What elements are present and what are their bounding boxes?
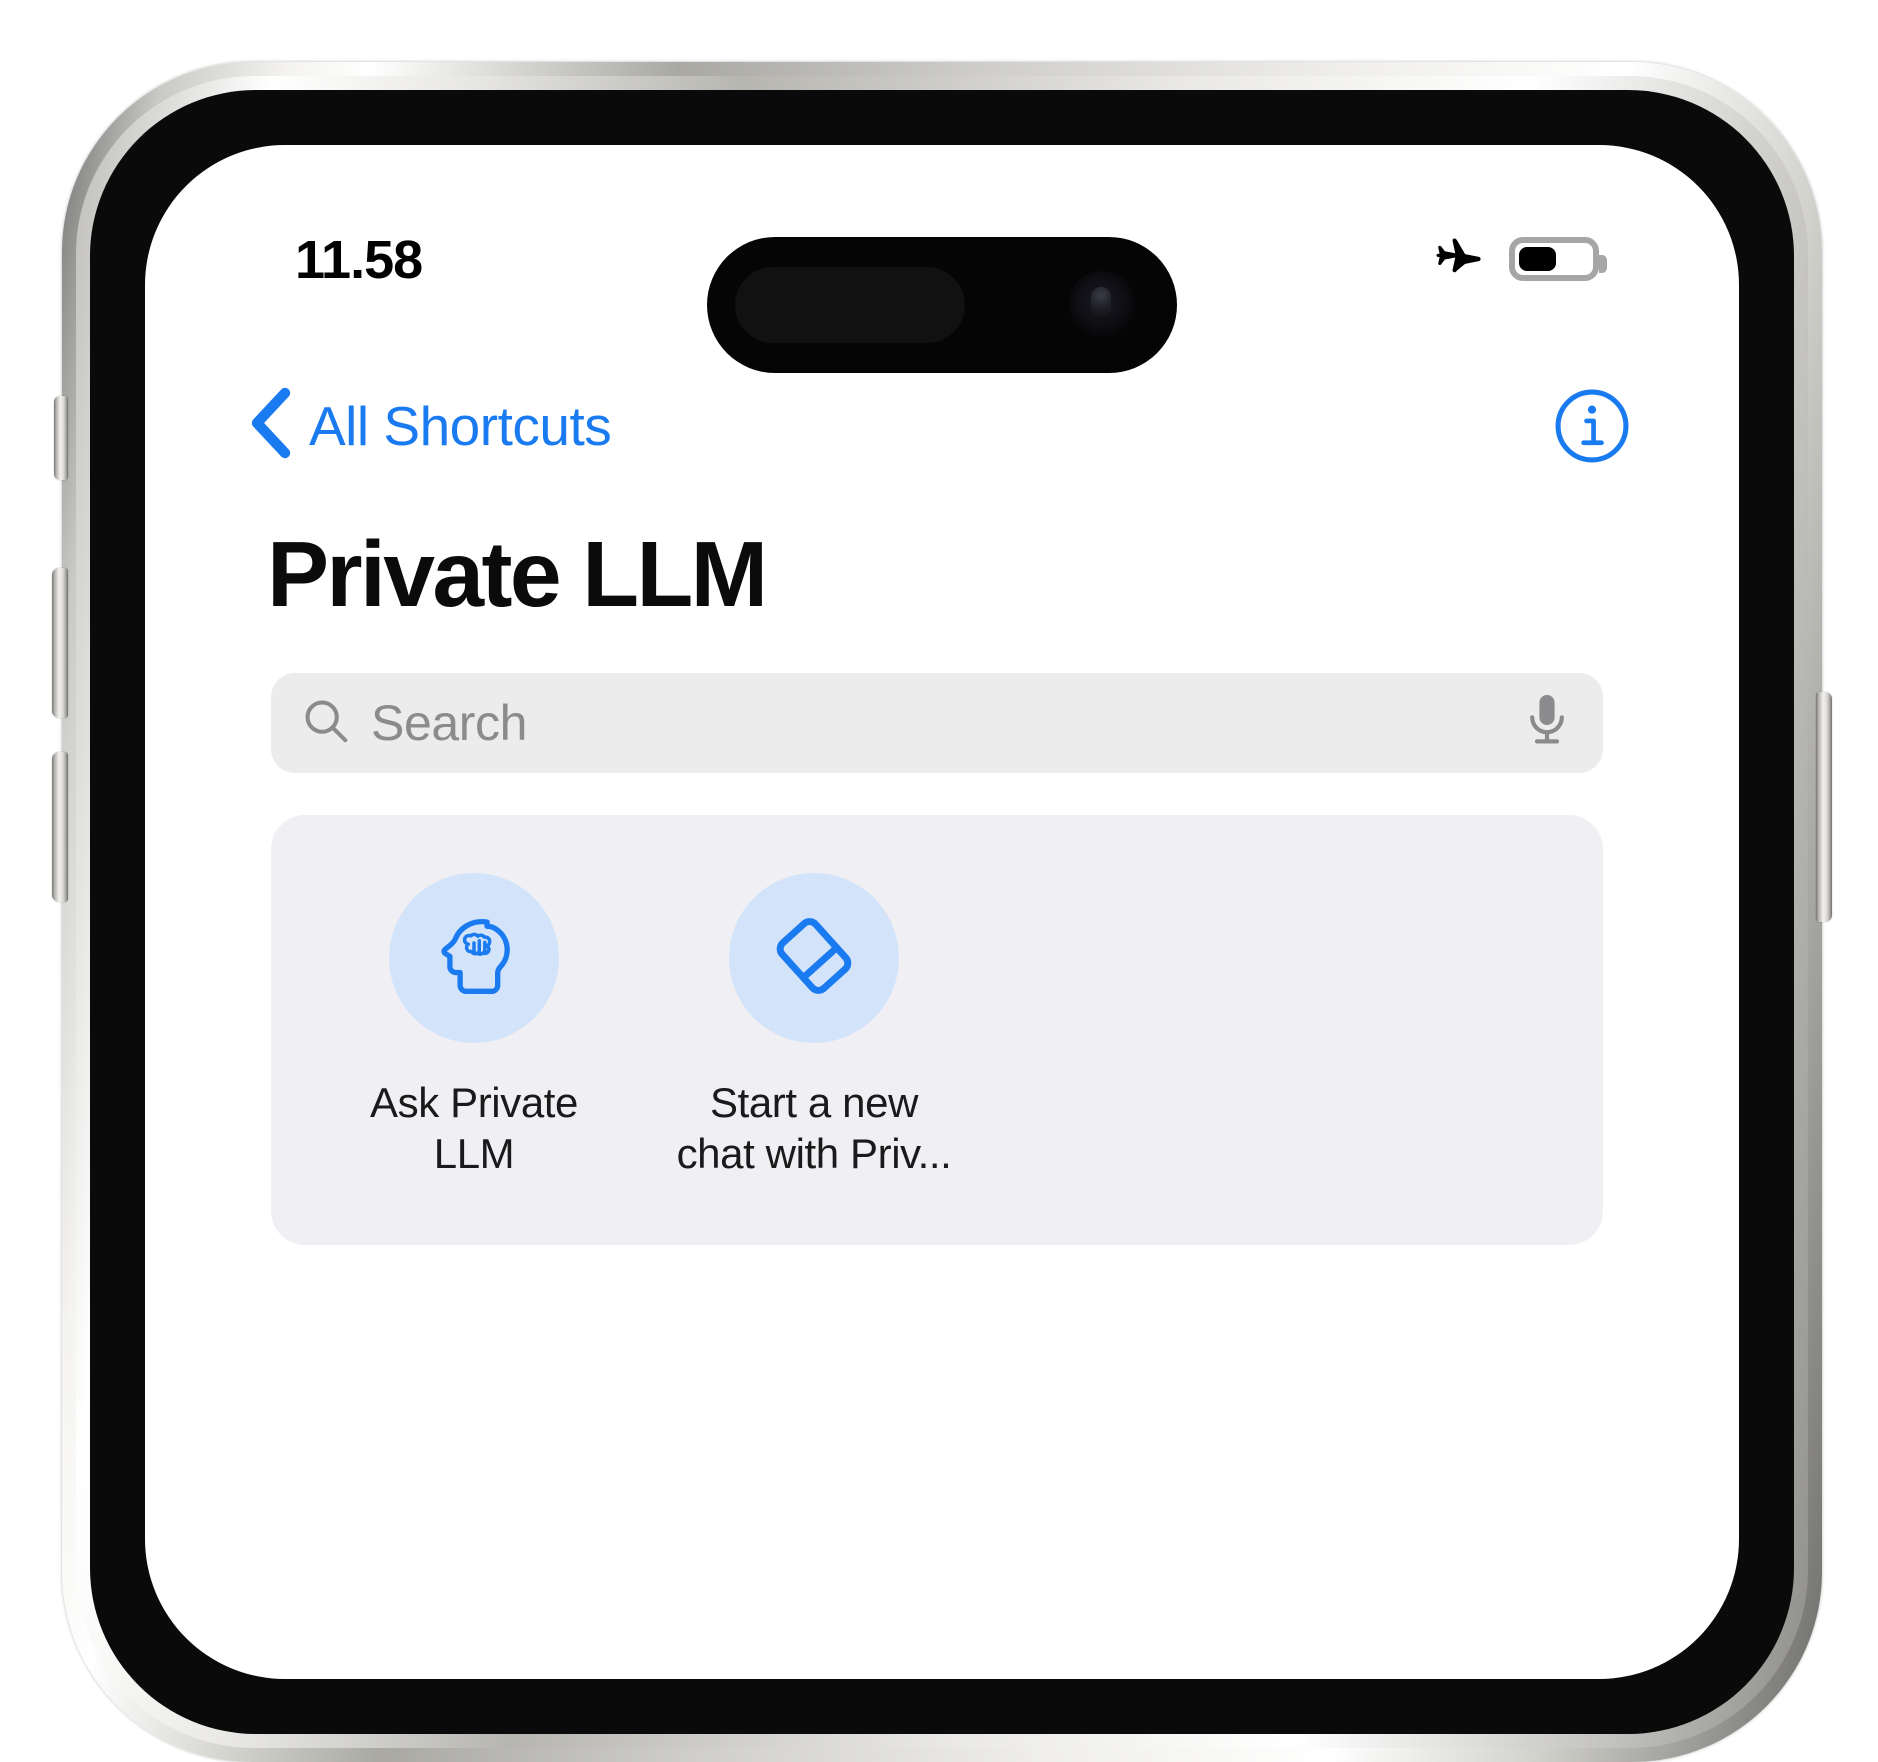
screen-bezel: 11.58 All Shortcuts Private LLM Search A… — [90, 90, 1794, 1734]
phone-frame: 11.58 All Shortcuts Private LLM Search A… — [52, 62, 1832, 1762]
phone-screen: 11.58 All Shortcuts Private LLM Search A… — [145, 145, 1739, 1679]
shortcut-label: Start a new chat with Priv... — [676, 1079, 952, 1178]
shortcut-item-start-new-chat[interactable]: Start a new chat with Priv... — [669, 873, 959, 1179]
chevron-left-icon — [249, 387, 293, 464]
shortcut-icon-background — [729, 873, 899, 1043]
power-button[interactable] — [1816, 692, 1832, 922]
head-brain-icon — [425, 907, 523, 1010]
dynamic-island-pill — [735, 267, 965, 343]
battery-fill — [1519, 247, 1557, 271]
shortcut-label: Ask Private LLM — [370, 1079, 578, 1178]
dynamic-island — [707, 237, 1177, 373]
shortcuts-card: Ask Private LLM Start a new chat with Pr… — [271, 815, 1603, 1245]
silent-switch[interactable] — [54, 396, 68, 480]
back-button-label: All Shortcuts — [309, 394, 612, 457]
search-icon — [301, 696, 351, 751]
status-bar-time: 11.58 — [295, 230, 423, 290]
page-title: Private LLM — [267, 522, 768, 626]
navigation-bar: All Shortcuts — [145, 377, 1739, 487]
info-circle-icon[interactable] — [1553, 387, 1631, 465]
search-placeholder-text: Search — [371, 695, 528, 751]
airplane-mode-icon — [1425, 237, 1483, 281]
shortcut-item-ask-private-llm[interactable]: Ask Private LLM — [329, 873, 619, 1179]
eraser-icon — [765, 907, 863, 1010]
shortcut-icon-background — [389, 873, 559, 1043]
battery-icon — [1509, 237, 1607, 281]
volume-up-button[interactable] — [52, 568, 68, 718]
shortcuts-grid: Ask Private LLM Start a new chat with Pr… — [271, 873, 1603, 1179]
front-camera-icon — [1069, 271, 1135, 337]
microphone-icon[interactable] — [1523, 691, 1571, 756]
search-input[interactable]: Search — [271, 673, 1603, 773]
back-button-all-shortcuts[interactable]: All Shortcuts — [249, 387, 612, 464]
volume-down-button[interactable] — [52, 752, 68, 902]
status-bar-indicators — [1425, 237, 1607, 281]
